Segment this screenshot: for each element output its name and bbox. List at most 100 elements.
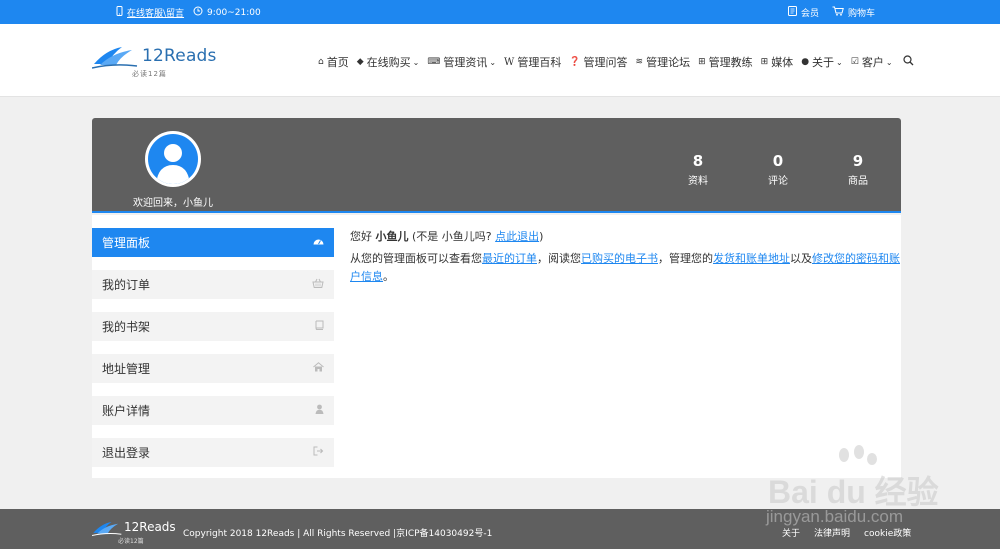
user-icon bbox=[315, 404, 324, 417]
chevron-down-icon: ⌄ bbox=[412, 57, 420, 67]
greeting-line: 您好 小鱼儿 (不是 小鱼儿吗? 点此退出) bbox=[350, 228, 900, 246]
logout-link[interactable]: 点此退出 bbox=[495, 230, 539, 243]
logo-name: 12Reads bbox=[142, 46, 217, 66]
stat-value: 0 bbox=[772, 152, 784, 170]
sidebar-item-label: 退出登录 bbox=[102, 446, 151, 460]
nav-item-home[interactable]: ⌂ 首页 bbox=[318, 54, 349, 70]
nav-label: 在线购买 bbox=[366, 56, 411, 69]
forum-icon: ≋ bbox=[635, 57, 644, 67]
chevron-down-icon: ⌄ bbox=[489, 57, 497, 67]
service-link[interactable]: 在线客服\留言 bbox=[116, 6, 184, 19]
user-silhouette-icon bbox=[156, 144, 190, 184]
sign-out-icon bbox=[313, 446, 324, 459]
recent-orders-link[interactable]: 最近的订单 bbox=[482, 252, 537, 265]
sidebar-item-label: 账户详情 bbox=[102, 404, 151, 418]
account-panel: 管理面板 我的订单 我的书架 地址管理 账户详情 退出登录 您好 小鱼儿 (不是… bbox=[92, 215, 901, 478]
copyright-text: Copyright 2018 12Reads | All Rights Rese… bbox=[183, 529, 493, 539]
service-link-label[interactable]: 在线客服\留言 bbox=[127, 6, 184, 19]
stat-label: 商品 bbox=[848, 176, 868, 187]
book-logo-icon bbox=[92, 47, 138, 69]
desc-text: ，管理您的 bbox=[658, 252, 713, 265]
windows-icon: ⊞ bbox=[760, 57, 769, 67]
nav-label: 管理百科 bbox=[517, 56, 562, 69]
plus-square-icon: ⊞ bbox=[698, 57, 706, 67]
sidebar-item-account[interactable]: 账户详情 bbox=[92, 396, 334, 425]
stat-resources[interactable]: 8 资料 bbox=[668, 152, 728, 187]
sidebar-item-dashboard[interactable]: 管理面板 bbox=[92, 228, 334, 257]
nav-item-media[interactable]: ⊞ 媒体 bbox=[761, 54, 794, 70]
home-icon: ⌂ bbox=[318, 57, 324, 67]
greeting-prefix: 您好 bbox=[350, 230, 372, 243]
nav-label: 客户 bbox=[861, 56, 884, 69]
nav-item-wiki[interactable]: W 管理百科 bbox=[504, 54, 561, 70]
desc-text: 从您的管理面板可以查看您 bbox=[350, 252, 482, 265]
stat-comments[interactable]: 0 评论 bbox=[748, 152, 808, 187]
address-link[interactable]: 发货和账单地址 bbox=[713, 252, 790, 265]
nav-label: 管理资讯 bbox=[443, 56, 488, 69]
stat-products[interactable]: 9 商品 bbox=[828, 152, 888, 187]
main-nav: ⌂ 首页 ◆ 在线购买 ⌄ ⌨ 管理资讯 ⌄ W 管理百科 ❓ 管理问答 ≋ 管… bbox=[318, 54, 914, 70]
search-icon[interactable] bbox=[902, 55, 914, 69]
nav-item-about[interactable]: ● 关于 ⌄ bbox=[801, 54, 843, 70]
basket-icon bbox=[312, 278, 324, 291]
home-icon bbox=[313, 362, 324, 375]
avatar bbox=[145, 131, 201, 187]
profile-banner: 欢迎回来，小鱼儿 8 资料 0 评论 9 商品 bbox=[92, 118, 901, 213]
member-link[interactable]: 会员 bbox=[788, 6, 819, 19]
dashboard-content: 您好 小鱼儿 (不是 小鱼儿吗? 点此退出) 从您的管理面板可以查看您最近的订单… bbox=[350, 228, 900, 290]
tag-icon: ◆ bbox=[356, 57, 364, 67]
sidebar-item-label: 管理面板 bbox=[102, 236, 151, 250]
site-header: 12Reads 必读12篇 ⌂ 首页 ◆ 在线购买 ⌄ ⌨ 管理资讯 ⌄ W 管… bbox=[0, 24, 1000, 97]
hours-text: 9:00~21:00 bbox=[207, 7, 261, 18]
top-bar: 在线客服\留言 9:00~21:00 会员 购物车 bbox=[0, 0, 1000, 24]
stat-label: 资料 bbox=[688, 176, 708, 187]
nav-label: 媒体 bbox=[771, 56, 794, 69]
not-you-suffix: ) bbox=[539, 230, 544, 243]
nav-label: 首页 bbox=[326, 56, 349, 69]
user-icon: ● bbox=[801, 57, 810, 67]
check-square-icon: ☑ bbox=[850, 57, 859, 67]
cart-icon bbox=[832, 6, 844, 19]
sidebar-item-orders[interactable]: 我的订单 bbox=[92, 270, 334, 299]
stat-value: 9 bbox=[852, 152, 864, 170]
nav-item-qa[interactable]: ❓ 管理问答 bbox=[569, 54, 627, 70]
cart-label[interactable]: 购物车 bbox=[848, 6, 875, 19]
welcome-message: 欢迎回来，小鱼儿 bbox=[133, 198, 213, 209]
desc-text: 以及 bbox=[790, 252, 812, 265]
chevron-down-icon: ⌄ bbox=[885, 57, 893, 67]
question-icon: ❓ bbox=[569, 57, 581, 67]
book-icon bbox=[314, 320, 324, 333]
nav-label: 管理教练 bbox=[708, 56, 753, 69]
cart-link[interactable]: 购物车 bbox=[832, 6, 875, 19]
phone-icon bbox=[116, 6, 123, 19]
footer-logo-subtitle: 必读12篇 bbox=[118, 538, 144, 545]
ebooks-link[interactable]: 已购买的电子书 bbox=[581, 252, 658, 265]
nav-label: 管理论坛 bbox=[646, 56, 691, 69]
site-footer: 12Reads 必读12篇 Copyright 2018 12Reads | A… bbox=[0, 509, 1000, 549]
nav-item-news[interactable]: ⌨ 管理资讯 ⌄ bbox=[427, 54, 496, 70]
stat-value: 8 bbox=[692, 152, 704, 170]
nav-item-buy[interactable]: ◆ 在线购买 ⌄ bbox=[357, 54, 420, 70]
sidebar-item-label: 我的订单 bbox=[102, 278, 151, 292]
footer-logo[interactable]: 12Reads 必读12篇 bbox=[92, 517, 180, 545]
username: 小鱼儿 bbox=[375, 230, 409, 243]
keyboard-icon: ⌨ bbox=[427, 57, 441, 67]
dashboard-icon bbox=[313, 236, 324, 248]
footer-link-cookie[interactable]: cookie政策 bbox=[864, 526, 911, 539]
sidebar-item-address[interactable]: 地址管理 bbox=[92, 354, 334, 383]
nav-item-coach[interactable]: ⊞ 管理教练 bbox=[698, 54, 753, 70]
member-label[interactable]: 会员 bbox=[801, 6, 819, 19]
stat-label: 评论 bbox=[768, 176, 788, 187]
site-logo[interactable]: 12Reads 必读12篇 bbox=[92, 42, 222, 82]
footer-links: 关于 法律声明 cookie政策 bbox=[782, 526, 911, 539]
not-you-prefix: (不是 小鱼儿吗? bbox=[412, 230, 496, 243]
footer-link-about[interactable]: 关于 bbox=[782, 526, 800, 539]
logo-subtitle: 必读12篇 bbox=[132, 70, 167, 78]
footer-link-legal[interactable]: 法律声明 bbox=[814, 526, 850, 539]
sidebar-item-logout[interactable]: 退出登录 bbox=[92, 438, 334, 467]
nav-label: 管理问答 bbox=[583, 56, 628, 69]
nav-item-forum[interactable]: ≋ 管理论坛 bbox=[636, 54, 691, 70]
sidebar-item-bookshelf[interactable]: 我的书架 bbox=[92, 312, 334, 341]
nav-item-customer[interactable]: ☑ 客户 ⌄ bbox=[851, 54, 893, 70]
sidebar-item-label: 我的书架 bbox=[102, 320, 151, 334]
